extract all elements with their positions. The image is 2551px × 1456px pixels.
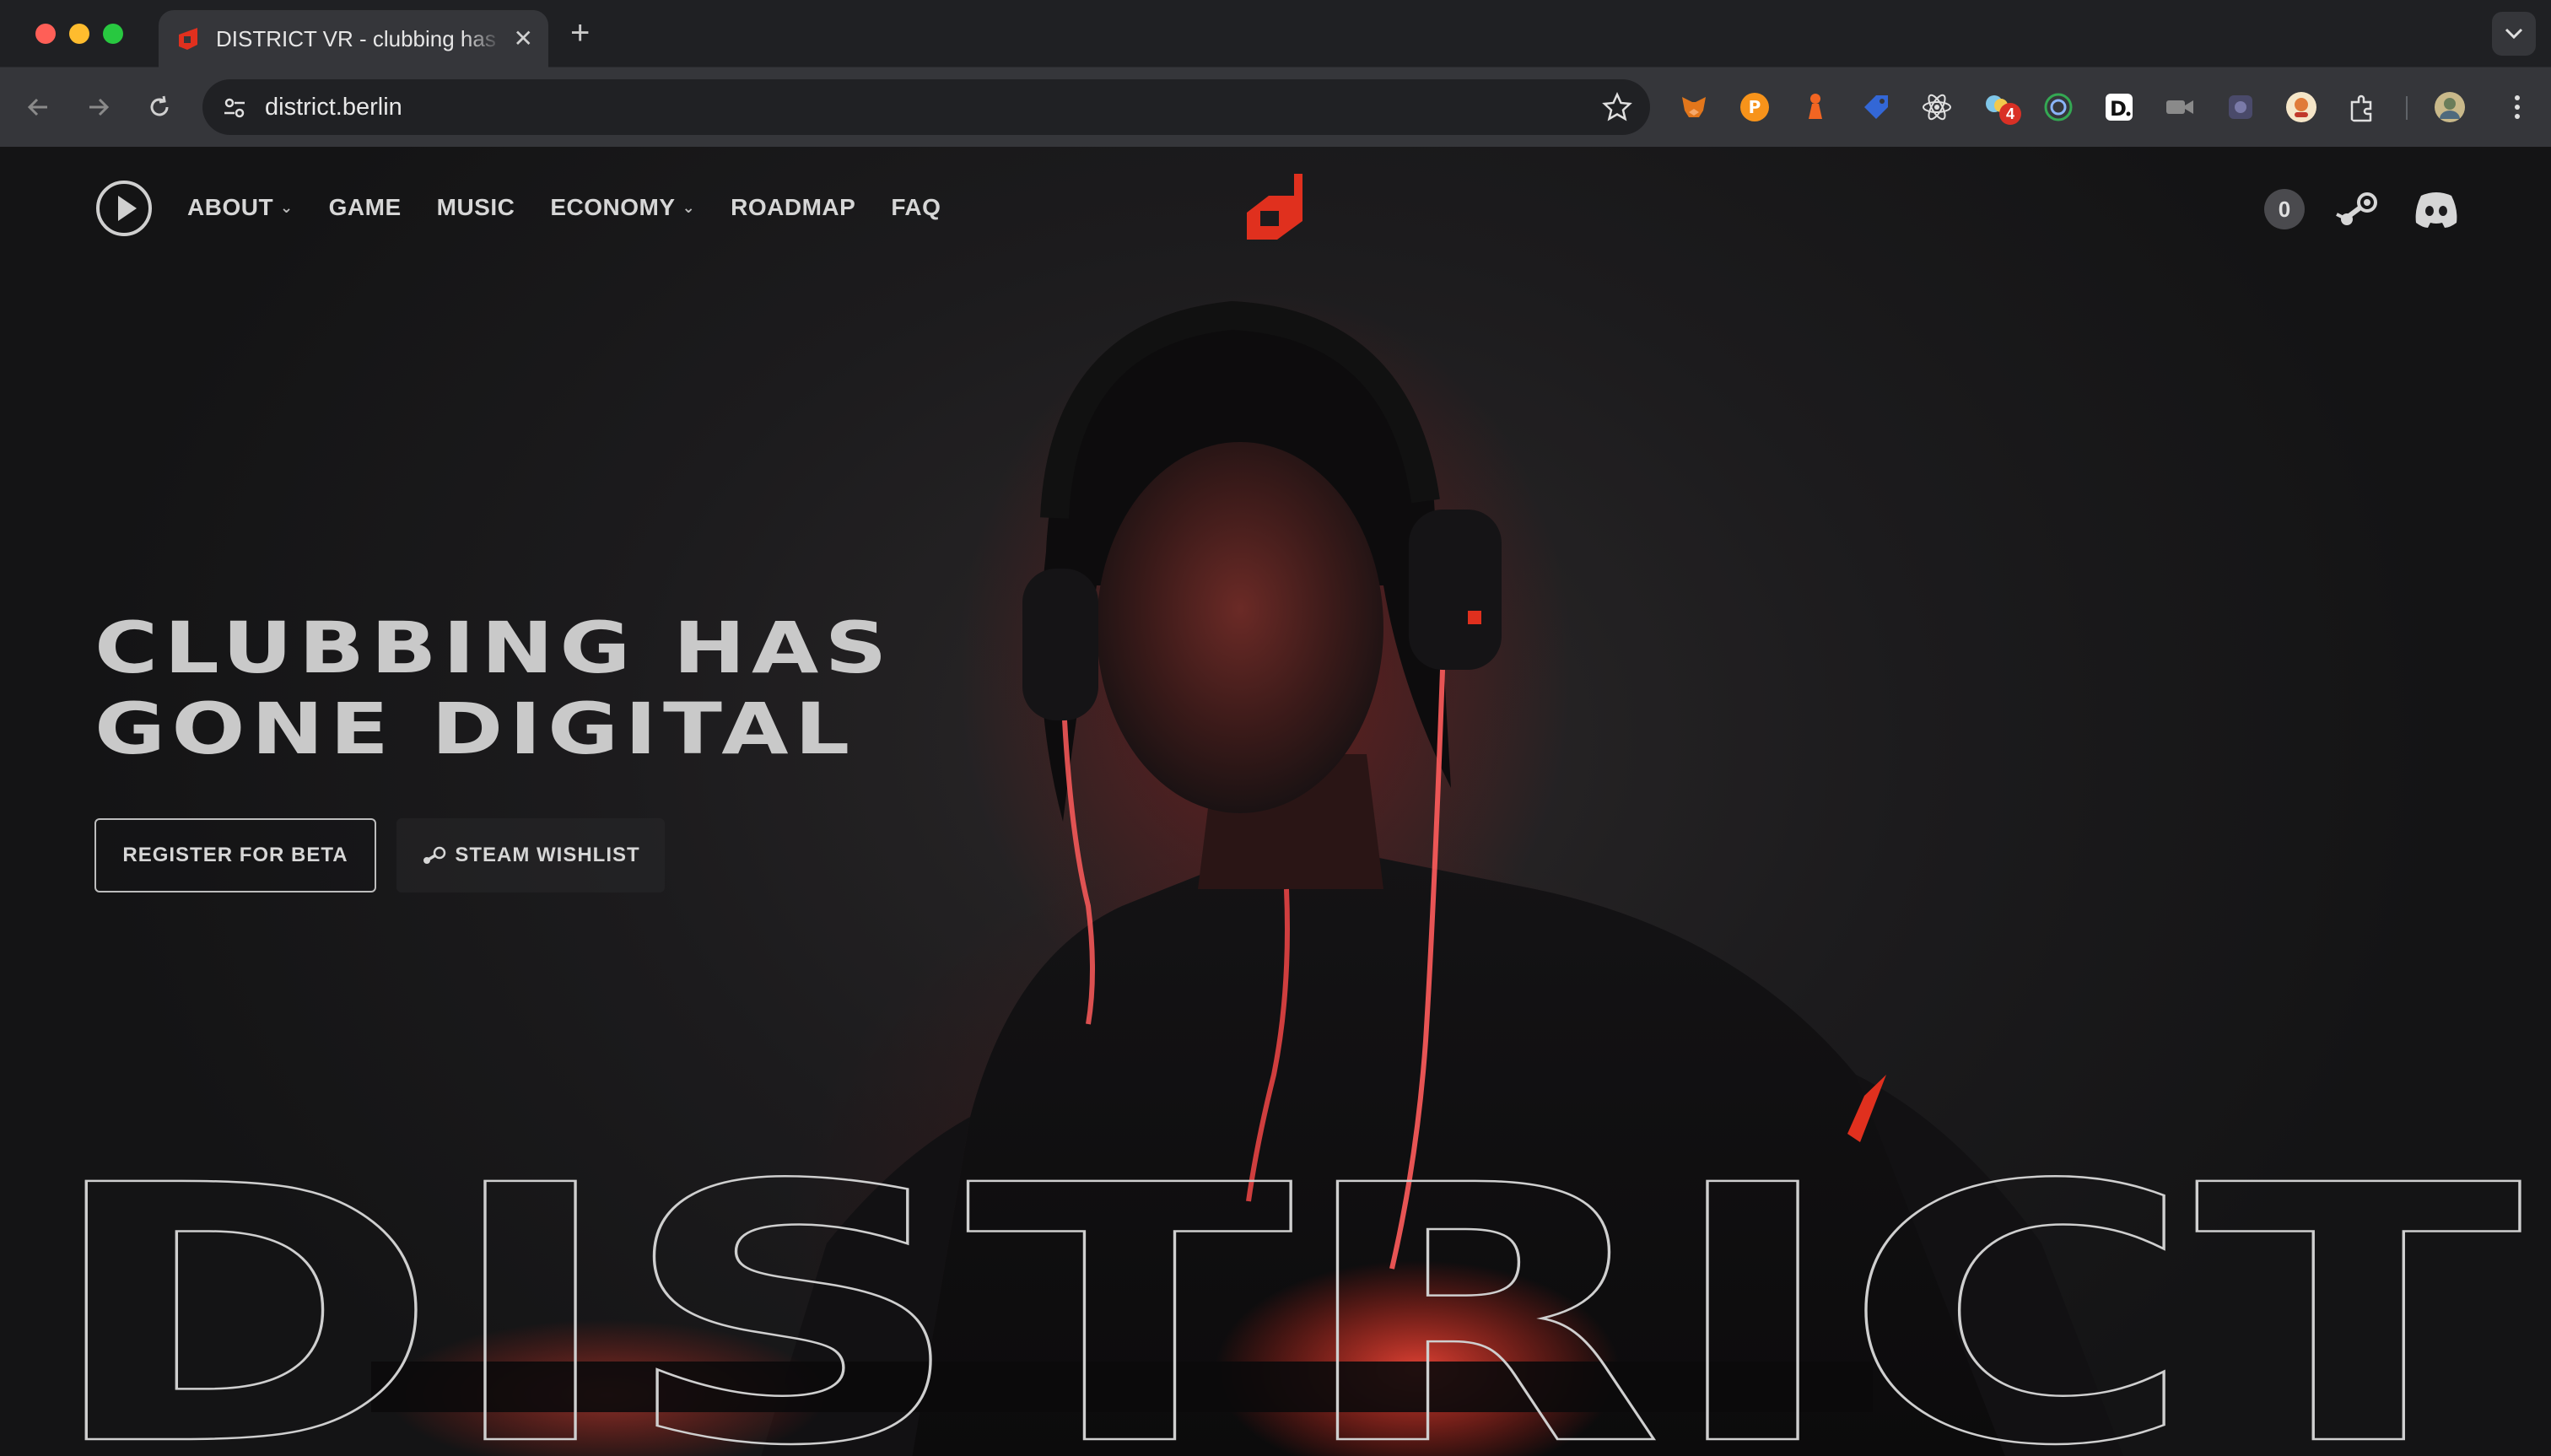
nav-item-music[interactable]: MUSIC [437,194,515,221]
tag-extension-icon[interactable] [1859,90,1893,124]
nav-item-label: ECONOMY [550,194,676,220]
chevron-down-icon: ⌄ [682,198,696,216]
minimize-window-button[interactable] [69,24,89,44]
toolbar-separator [2406,96,2408,120]
close-window-button[interactable] [35,24,56,44]
nav-item-label: MUSIC [436,194,515,220]
district-outline-text: DISTRICT [42,1139,2525,1456]
arrow-left-icon [27,98,47,116]
tab-search-button[interactable] [2492,12,2536,56]
back-button[interactable] [19,88,57,127]
steam-icon [423,846,446,864]
nav-item-roadmap[interactable]: ROADMAP [731,194,855,221]
video-camera-icon[interactable] [2163,90,2197,124]
hero-title-line-1: CLUBBING HAS [94,607,893,689]
profile-avatar[interactable] [2433,90,2467,124]
nav-item-about[interactable]: ABOUT ⌄ [187,194,294,221]
cart-counter-badge[interactable]: 0 [2264,189,2305,229]
main-nav: ABOUT ⌄ GAME MUSIC ECONOMY ⌄ ROADMAP FAQ [187,194,976,221]
nav-item-economy[interactable]: ECONOMY ⌄ [550,194,695,221]
metamask-extension-icon[interactable] [1677,90,1711,124]
district-favicon-icon [179,28,197,50]
hero-section: ABOUT ⌄ GAME MUSIC ECONOMY ⌄ ROADMAP FAQ… [0,147,2551,1456]
coin-extension-icon[interactable]: P [1738,90,1772,124]
svg-text:P: P [1749,97,1761,117]
puzzle-extensions-icon[interactable] [2345,90,2379,124]
discord-icon[interactable] [2413,187,2460,231]
svg-text:D: D [2110,97,2127,121]
arrow-right-icon [89,98,110,116]
maximize-window-button[interactable] [103,24,123,44]
tab-title: DISTRICT VR - clubbing has gone digital [216,25,503,51]
nav-item-game[interactable]: GAME [329,194,402,221]
pawn-extension-icon[interactable] [1799,90,1832,124]
browser-tab-bar: DISTRICT VR - clubbing has gone digital … [0,0,2551,67]
new-tab-button[interactable]: + [570,15,590,51]
hero-title-line-2: GONE DIGITAL [94,688,856,770]
district-outline-wordmark: DISTRICT [41,1139,2527,1456]
browser-toolbar: district.berlin P 4 D [0,67,2551,147]
browser-tab-active[interactable]: DISTRICT VR - clubbing has gone digital … [159,10,548,67]
target-extension-icon[interactable] [2041,90,2075,124]
extension-badge: 4 [1999,103,2021,125]
reload-icon [150,95,169,116]
address-bar[interactable]: district.berlin [202,79,1650,135]
nav-item-label: FAQ [891,194,941,220]
react-devtools-icon[interactable] [1920,90,1954,124]
site-settings-icon[interactable] [218,91,251,125]
bookmark-star-icon[interactable] [1601,91,1633,123]
tab-close-icon[interactable]: ✕ [514,27,533,51]
url-text[interactable]: district.berlin [265,94,402,121]
register-beta-button[interactable]: REGISTER FOR BETA [94,818,376,892]
chevron-down-icon [2505,28,2523,40]
play-circle-icon[interactable] [94,179,154,238]
hero-title: CLUBBING HAS GONE DIGITAL [94,607,893,769]
reload-button[interactable] [140,88,179,127]
chevron-down-icon: ⌄ [280,198,294,216]
steam-wishlist-label: STEAM WISHLIST [455,844,640,866]
avatar-extension-icon[interactable] [2284,90,2318,124]
forward-button[interactable] [79,88,118,127]
nav-item-label: ABOUT [187,194,274,220]
steam-icon[interactable] [2335,186,2382,233]
register-beta-label: REGISTER FOR BETA [122,844,348,866]
steam-wishlist-button[interactable]: STEAM WISHLIST [396,818,665,892]
nav-item-faq[interactable]: FAQ [891,194,941,221]
district-logo-icon[interactable] [1243,174,1308,241]
kebab-menu-icon[interactable] [2500,90,2534,124]
d-extension-icon[interactable]: D [2102,90,2136,124]
screen-extension-icon[interactable] [2224,90,2257,124]
nav-item-label: ROADMAP [731,194,856,220]
nav-item-label: GAME [328,194,402,220]
